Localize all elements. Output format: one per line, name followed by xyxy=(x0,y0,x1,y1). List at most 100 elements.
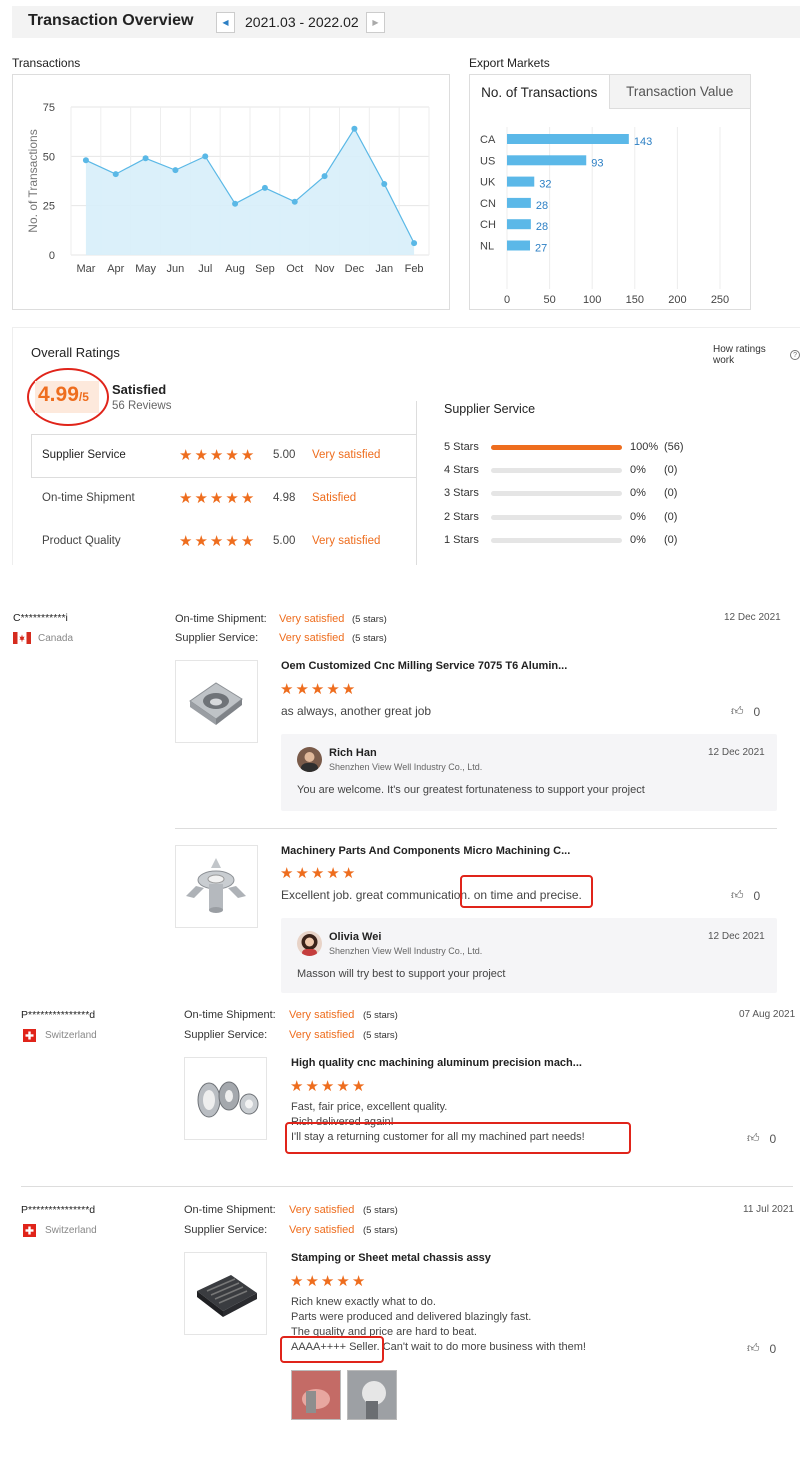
service-value: Very satisfied xyxy=(289,1224,355,1236)
review-comment: as always, another great job xyxy=(281,704,432,718)
reply-company: Shenzhen View Well Industry Co., Ltd. xyxy=(329,946,483,956)
product-rating-stars: ★ ★ ★ ★ ★ xyxy=(280,864,355,882)
rating-row-label: Supplier Service xyxy=(42,449,126,461)
rating-row-stars: ★ ★ ★ ★ ★ xyxy=(179,489,254,507)
rating-row-value: 5.00 xyxy=(273,535,296,547)
y-tick-label: 25 xyxy=(43,201,55,213)
product-image[interactable] xyxy=(175,845,258,928)
data-point[interactable] xyxy=(381,180,388,187)
reviewer-country: Canada xyxy=(13,632,73,644)
x-tick-label: Feb xyxy=(405,263,424,275)
tab-transaction-value[interactable]: Transaction Value xyxy=(609,75,750,109)
star-icon: ★ xyxy=(240,490,255,507)
category-label: CH xyxy=(480,219,496,231)
page-title: Transaction Overview xyxy=(28,12,194,29)
transactions-chart: 0 25 50 75 Mar Apr May Jun Jul Aug Sep Oct Nov Dec Jan… xyxy=(26,102,430,275)
data-point[interactable] xyxy=(202,153,209,160)
bar[interactable] xyxy=(507,155,587,166)
switzerland-flag-icon xyxy=(23,1029,36,1042)
thumbs-up-icon: 👍︎ xyxy=(731,888,744,902)
x-tick-label: Sep xyxy=(255,263,275,275)
product-image[interactable] xyxy=(184,1057,267,1140)
transactions-label: Transactions xyxy=(12,56,81,70)
ratings-divider xyxy=(416,401,417,565)
product-title[interactable]: Oem Customized Cnc Milling Service 7075 … xyxy=(281,660,567,672)
shipment-value: Very satisfied xyxy=(289,1204,355,1216)
star-icon: ★ xyxy=(179,490,193,507)
like-button[interactable]: 👍︎ 0 xyxy=(731,704,760,719)
service-label: Supplier Service: xyxy=(184,1224,268,1236)
rating-row-label: Product Quality xyxy=(42,535,121,547)
rating-row-value: 4.98 xyxy=(273,492,296,504)
thumbs-up-icon: 👍︎ xyxy=(747,1341,760,1355)
star-icon: ★ xyxy=(341,865,356,882)
data-point[interactable] xyxy=(261,184,268,191)
product-rating-stars: ★ ★ ★ ★ ★ xyxy=(290,1077,365,1095)
bar-value-label: 143 xyxy=(634,136,652,148)
product-image[interactable] xyxy=(184,1252,267,1335)
product-title[interactable]: High quality cnc machining aluminum prec… xyxy=(291,1057,582,1069)
data-point[interactable] xyxy=(232,200,239,207)
breakdown-label: 1 Stars xyxy=(444,533,479,546)
data-point[interactable] xyxy=(351,125,358,132)
review-photo[interactable] xyxy=(347,1370,397,1420)
data-point[interactable] xyxy=(321,173,328,180)
shipment-value: Very satisfied xyxy=(279,613,345,625)
bar[interactable] xyxy=(507,219,531,230)
country-label: Switzerland xyxy=(45,1030,97,1041)
review-line: Fast, fair price, excellent quality. xyxy=(291,1101,448,1113)
prev-period-button[interactable]: ◀ xyxy=(216,12,235,33)
service-stars: (5 stars) xyxy=(363,1030,398,1041)
data-point[interactable] xyxy=(112,171,119,178)
review-photo[interactable] xyxy=(291,1370,341,1420)
shipment-value: Very satisfied xyxy=(289,1009,355,1021)
star-icon: ★ xyxy=(290,1273,304,1290)
bar[interactable] xyxy=(507,240,531,251)
star-icon: ★ xyxy=(336,1078,350,1095)
product-image[interactable] xyxy=(175,660,258,743)
product-title[interactable]: Machinery Parts And Components Micro Mac… xyxy=(281,845,570,857)
review-line: Parts were produced and delivered blazin… xyxy=(291,1311,532,1323)
avatar xyxy=(297,931,322,956)
data-point[interactable] xyxy=(82,157,89,164)
breakdown-pct: 0% xyxy=(630,464,646,477)
x-tick-label: Apr xyxy=(107,263,124,275)
canada-flag-icon xyxy=(13,632,31,644)
reply-date: 12 Dec 2021 xyxy=(708,747,765,758)
star-icon: ★ xyxy=(295,865,309,882)
breakdown-label: 3 Stars xyxy=(444,487,479,500)
review-date: 12 Dec 2021 xyxy=(724,612,781,623)
like-button[interactable]: 👍︎ 0 xyxy=(731,888,760,903)
thumbs-up-icon: 👍︎ xyxy=(747,1131,760,1145)
how-ratings-work-link[interactable]: How ratings work ? xyxy=(713,344,800,366)
star-icon: ★ xyxy=(320,1078,335,1095)
bar[interactable] xyxy=(507,134,629,144)
bar[interactable] xyxy=(507,176,535,187)
next-period-button[interactable]: ▶ xyxy=(366,12,385,33)
thumbs-up-icon: 👍︎ xyxy=(731,704,744,718)
data-point[interactable] xyxy=(172,167,179,174)
machined-part-image xyxy=(186,858,246,913)
like-button[interactable]: 👍︎ 0 xyxy=(747,1341,776,1356)
star-icon: ★ xyxy=(295,681,309,698)
reply-text: You are welcome. It's our greatest fortu… xyxy=(297,784,645,796)
like-button[interactable]: 👍︎ 0 xyxy=(747,1131,776,1146)
x-tick-label: May xyxy=(135,263,156,275)
reply-author: Olivia Wei xyxy=(329,931,382,943)
bar[interactable] xyxy=(507,197,531,208)
data-point[interactable] xyxy=(142,155,149,162)
summary-label: Satisfied xyxy=(112,382,167,397)
data-point[interactable] xyxy=(411,240,418,247)
tab-no-of-transactions[interactable]: No. of Transactions xyxy=(470,75,610,109)
data-point[interactable] xyxy=(291,198,298,205)
x-tick-label: Jan xyxy=(375,263,393,275)
score-value: 4.99 xyxy=(38,383,79,406)
star-icon: ★ xyxy=(240,533,255,550)
like-count: 0 xyxy=(753,704,761,719)
reply-author: Rich Han xyxy=(329,747,377,759)
x-tick-label: 250 xyxy=(711,294,729,306)
switzerland-flag-icon xyxy=(23,1224,36,1237)
ratings-title: Overall Ratings xyxy=(31,345,120,360)
breakdown-label: 4 Stars xyxy=(444,464,479,477)
product-title[interactable]: Stamping or Sheet metal chassis assy xyxy=(291,1252,491,1264)
